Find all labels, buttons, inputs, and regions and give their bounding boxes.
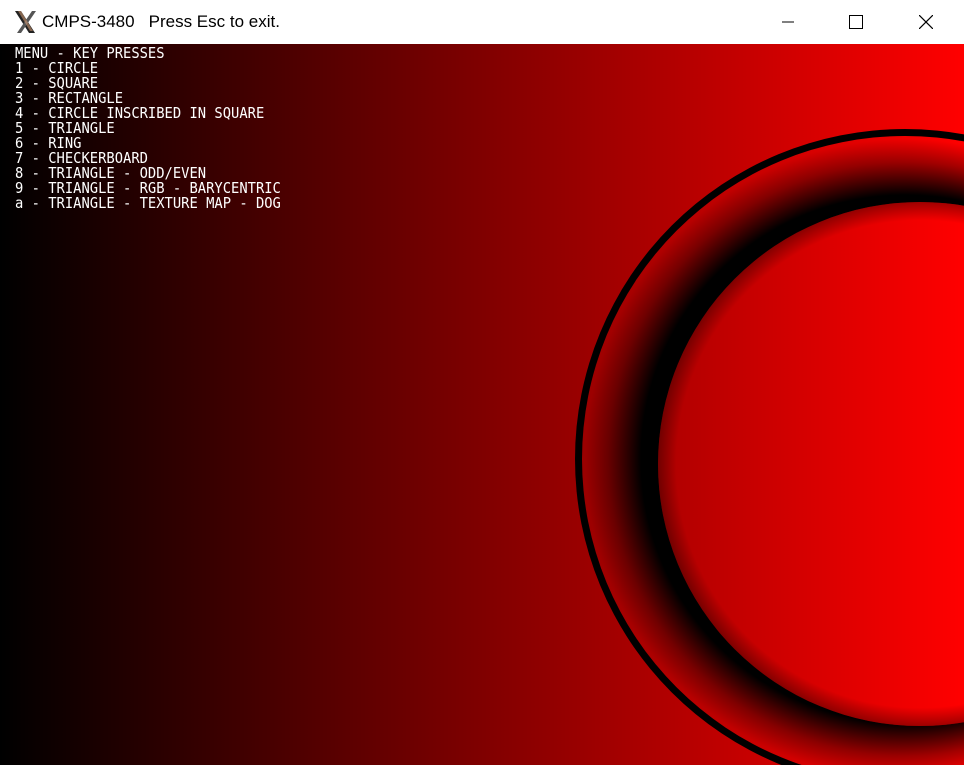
menu-item-a: a - TRIANGLE - TEXTURE MAP - DOG: [15, 194, 281, 212]
maximize-button[interactable]: [821, 0, 891, 44]
minimize-icon: [782, 21, 794, 23]
close-icon: [919, 15, 933, 29]
maximize-icon: [849, 15, 863, 29]
app-window: CMPS-3480 Press Esc to exit. MENU - KEY …: [0, 0, 964, 765]
x-window-icon: [15, 11, 36, 33]
title-bar[interactable]: CMPS-3480 Press Esc to exit.: [0, 0, 964, 44]
window-title-hint: Press Esc to exit.: [148, 12, 280, 31]
minimize-button[interactable]: [753, 0, 823, 44]
render-canvas[interactable]: MENU - KEY PRESSES 1 - CIRCLE 2 - SQUARE…: [0, 44, 964, 765]
key-menu: MENU - KEY PRESSES 1 - CIRCLE 2 - SQUARE…: [15, 46, 281, 211]
window-title: CMPS-3480 Press Esc to exit.: [42, 11, 280, 33]
close-button[interactable]: [891, 0, 961, 44]
window-title-name: CMPS-3480: [42, 12, 135, 31]
